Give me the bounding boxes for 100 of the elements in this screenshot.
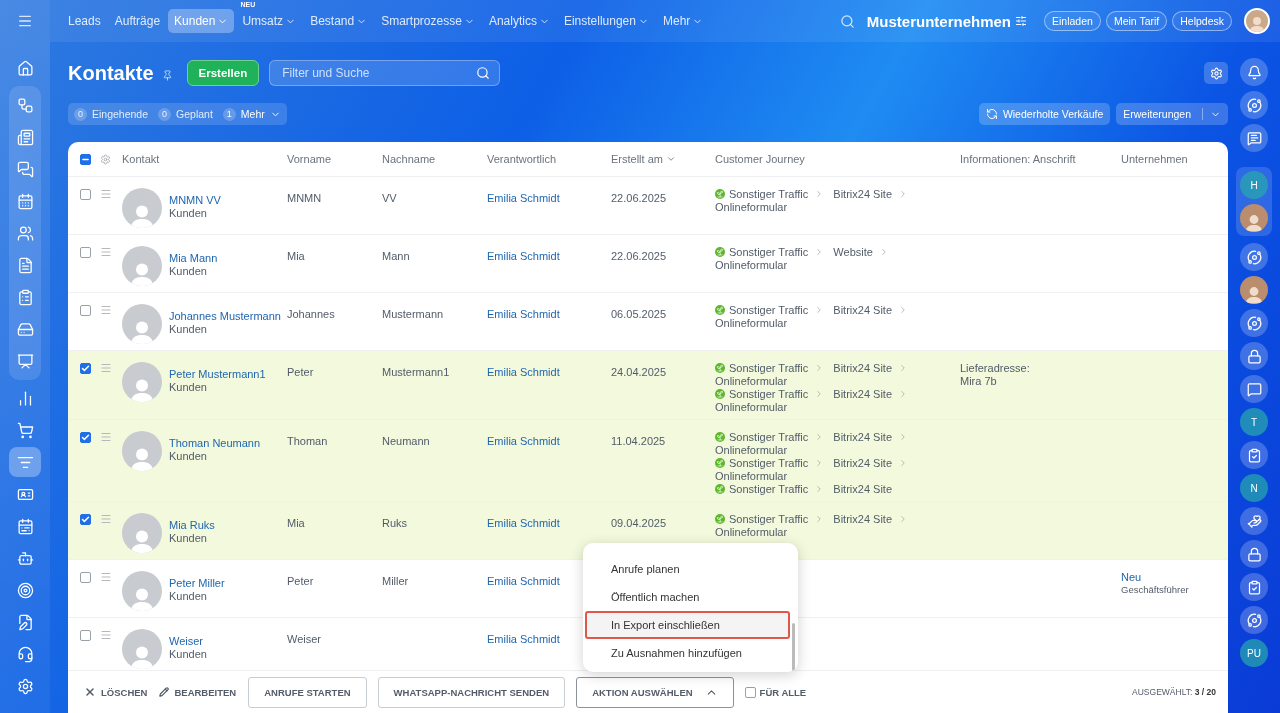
responsible-link[interactable]: Emilia Schmidt — [487, 366, 560, 378]
journey-step: Onlineformular — [715, 317, 788, 329]
scrollbar[interactable] — [792, 623, 795, 671]
drag-handle-icon[interactable] — [100, 629, 112, 641]
table-cell: 09.04.2025 — [611, 517, 667, 529]
search-icon[interactable] — [476, 66, 491, 80]
drag-handle-icon[interactable] — [100, 188, 112, 200]
row-checkbox[interactable] — [80, 572, 91, 583]
orbit-icon[interactable] — [1240, 243, 1268, 271]
responsible-link[interactable]: Emilia Schmidt — [487, 192, 560, 204]
user-avatar[interactable]: H — [1240, 171, 1268, 199]
row-checkbox[interactable] — [80, 514, 91, 525]
drag-handle-icon[interactable] — [100, 304, 112, 316]
user-avatar[interactable] — [1240, 204, 1268, 232]
column-header[interactable]: Customer Journey — [715, 153, 960, 165]
action-button[interactable]: ANRUFE STARTEN — [248, 676, 367, 708]
header-button[interactable]: Einladen — [1044, 11, 1101, 31]
row-checkbox[interactable] — [80, 247, 91, 258]
lock-icon[interactable] — [1240, 540, 1268, 568]
table-cell: Miller — [382, 575, 409, 587]
column-header[interactable]: Vorname — [287, 153, 382, 165]
contact-link[interactable]: Peter Mustermann1 — [169, 368, 266, 381]
column-header[interactable]: Informationen: Anschrift — [960, 153, 1121, 165]
contact-link[interactable]: Peter Miller — [169, 577, 225, 590]
column-header[interactable]: Verantwortlich — [487, 153, 611, 165]
contact-link[interactable]: MNMN VV — [169, 194, 221, 207]
action-select[interactable]: AKTION AUSWÄHLEN — [576, 676, 734, 708]
responsible-link[interactable]: Emilia Schmidt — [487, 250, 560, 262]
edit-button[interactable]: BEARBEITEN — [159, 686, 237, 698]
task-icon[interactable] — [1240, 441, 1268, 469]
user-avatar[interactable] — [1244, 8, 1270, 34]
row-checkbox[interactable] — [80, 363, 91, 374]
row-checkbox[interactable] — [80, 630, 91, 641]
counter-filter[interactable]: 1 Mehr — [222, 107, 281, 121]
pin-icon[interactable] — [161, 69, 173, 81]
chat-icon[interactable] — [1240, 375, 1268, 403]
extensions-button[interactable]: Erweiterungen — [1116, 103, 1228, 125]
people-icon[interactable] — [1240, 507, 1268, 535]
journey-step: Onlineformular — [715, 201, 788, 213]
column-header[interactable]: Unternehmen — [1121, 153, 1228, 165]
responsible-link[interactable]: Emilia Schmidt — [487, 575, 560, 587]
orbit-icon[interactable] — [1240, 91, 1268, 119]
responsible-link[interactable]: Emilia Schmidt — [487, 435, 560, 447]
contact-link[interactable]: Mia Mann — [169, 252, 218, 265]
delete-button[interactable]: LÖSCHEN — [84, 686, 148, 698]
drag-handle-icon[interactable] — [100, 431, 112, 443]
contact-link[interactable]: Mia Ruks — [169, 519, 215, 532]
menu-item[interactable]: In Export einschließen — [585, 611, 790, 639]
contact-type: Kunden — [169, 532, 208, 545]
nav-tab[interactable]: Aufträge — [108, 9, 167, 33]
drag-handle-icon[interactable] — [100, 362, 112, 374]
user-avatar[interactable] — [1240, 276, 1268, 304]
for-all-checkbox[interactable]: FÜR ALLE — [744, 686, 807, 698]
column-header[interactable]: Erstellt am — [611, 153, 715, 165]
journey-step: Sonstiger Traffic — [729, 483, 809, 495]
header-button[interactable]: Helpdesk — [1172, 11, 1232, 31]
nav-tab[interactable]: Leads — [62, 9, 107, 33]
orbit-icon[interactable] — [1240, 309, 1268, 337]
column-header[interactable]: Nachname — [382, 153, 487, 165]
nav-tab[interactable]: Einstellungen — [557, 9, 655, 33]
nav-tab[interactable]: Mehr — [656, 9, 710, 33]
task-icon[interactable] — [1240, 573, 1268, 601]
contact-link[interactable]: Weiser — [169, 635, 207, 648]
drag-handle-icon[interactable] — [100, 571, 112, 583]
lock-icon[interactable] — [1240, 342, 1268, 370]
user-avatar[interactable]: T — [1240, 408, 1268, 436]
drag-handle-icon[interactable] — [100, 513, 112, 525]
search-icon[interactable] — [839, 13, 855, 29]
settings-button[interactable] — [1204, 62, 1228, 84]
header-button[interactable]: Mein Tarif — [1105, 11, 1168, 31]
responsible-link[interactable]: Emilia Schmidt — [487, 517, 560, 529]
select-all-checkbox[interactable] — [80, 154, 91, 165]
orbit-icon[interactable] — [1240, 606, 1268, 634]
nav-tab[interactable]: Umsatz — [236, 9, 303, 33]
journey-step: Bitrix24 Site — [833, 457, 893, 469]
counter-filter[interactable]: 0 Geplant — [158, 107, 213, 121]
settings-icon — [1209, 66, 1223, 80]
contact-link[interactable]: Johannes Mustermann — [169, 310, 281, 323]
responsible-link[interactable]: Emilia Schmidt — [487, 308, 560, 320]
user-avatar[interactable]: PU — [1240, 639, 1268, 667]
nav-tab[interactable]: Bestand — [304, 9, 374, 33]
filter-icon[interactable] — [9, 447, 41, 477]
nav-tab[interactable]: Smartprozesse — [375, 9, 481, 33]
create-button[interactable]: Erstellen — [186, 60, 260, 86]
sliders-icon[interactable] — [1015, 15, 1027, 27]
contact-link[interactable]: Thoman Neumann — [169, 437, 261, 450]
row-checkbox[interactable] — [80, 189, 91, 200]
bell-icon[interactable] — [1240, 58, 1268, 86]
repeat-sales-button[interactable]: Wiederholte Verkäufe — [978, 103, 1111, 125]
row-checkbox[interactable] — [80, 305, 91, 316]
action-button[interactable]: WHATSAPP-NACHRICHT SENDEN — [377, 676, 566, 708]
nav-tab[interactable]: Analytics — [482, 9, 556, 33]
drag-handle-icon[interactable] — [100, 246, 112, 258]
column-header[interactable]: Kontakt — [122, 153, 287, 165]
row-checkbox[interactable] — [80, 432, 91, 443]
chat-icon[interactable] — [1240, 124, 1268, 152]
counter-filter[interactable]: 0 Eingehende — [74, 107, 149, 121]
user-avatar[interactable]: N — [1240, 474, 1268, 502]
company-link[interactable]: Neu — [1121, 571, 1228, 584]
responsible-link[interactable]: Emilia Schmidt — [487, 633, 560, 645]
